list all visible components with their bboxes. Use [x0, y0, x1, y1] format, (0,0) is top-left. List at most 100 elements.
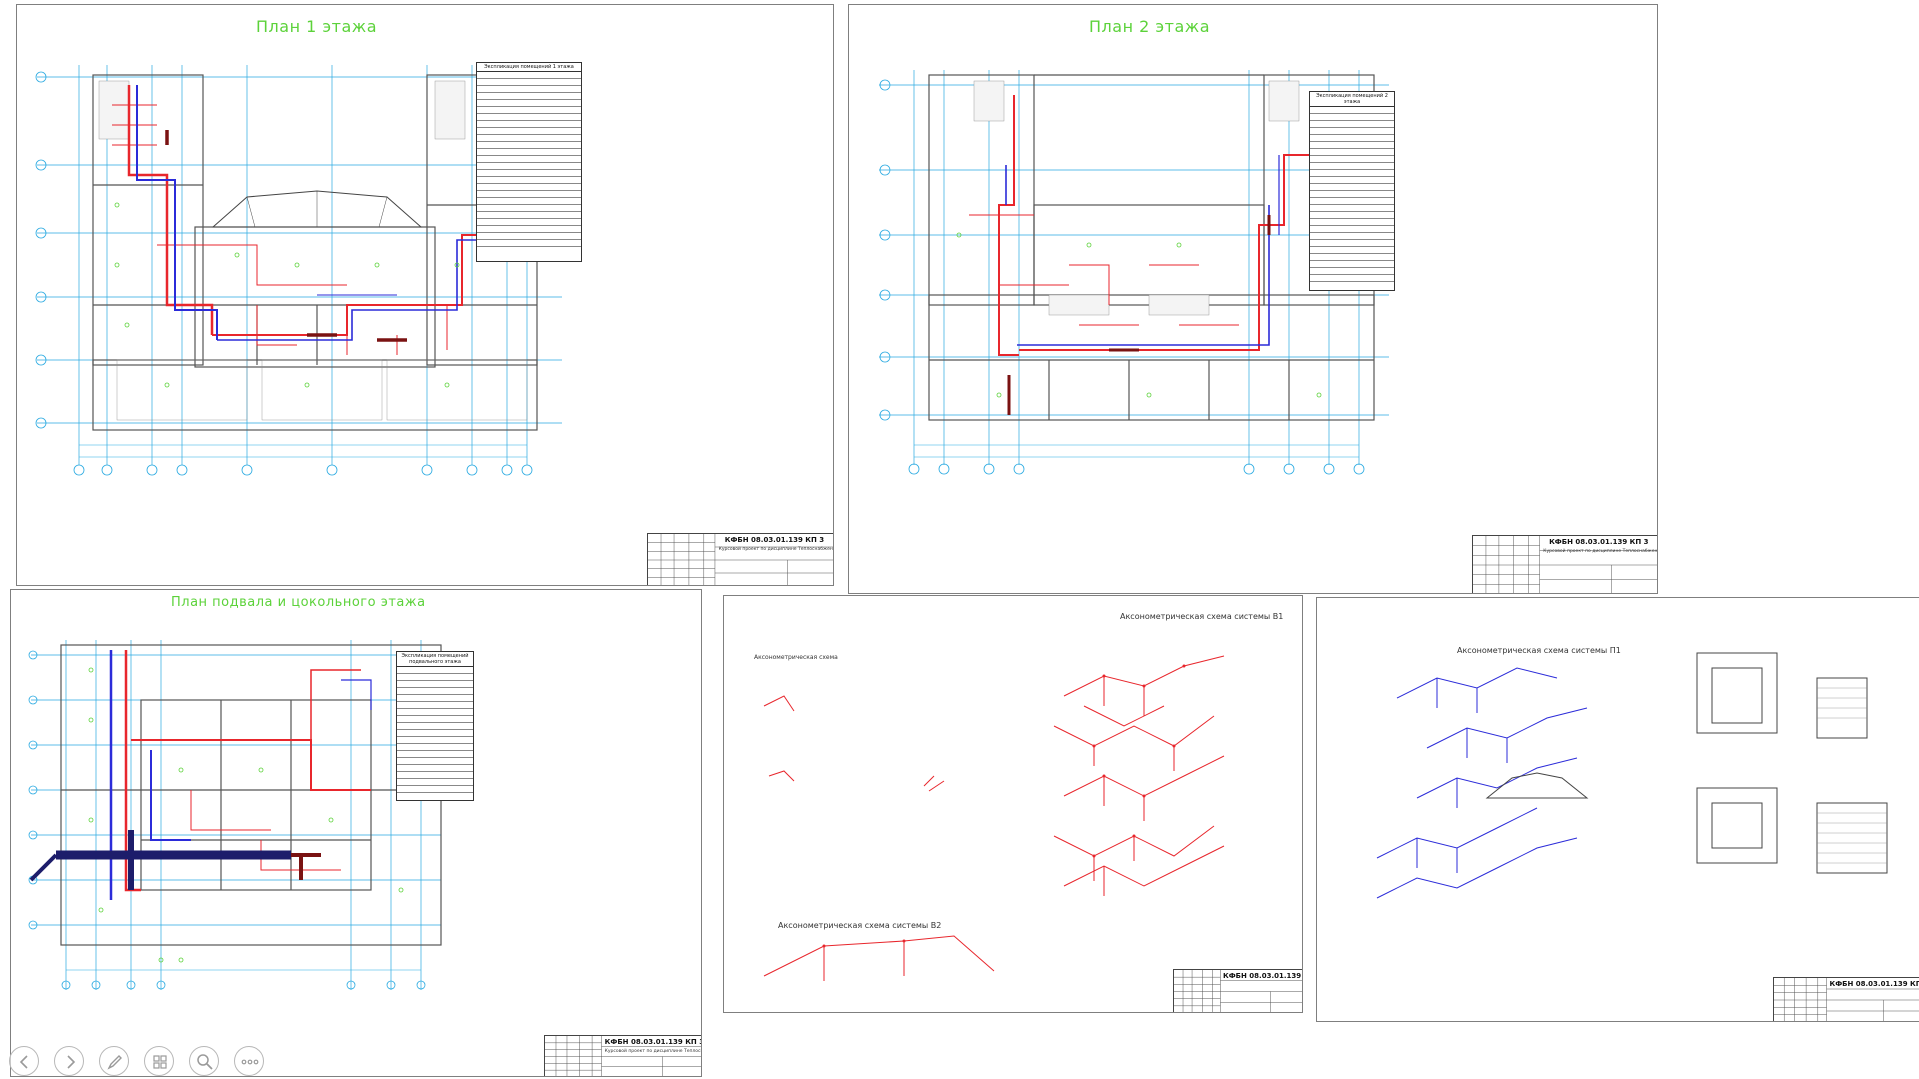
table-row: [1310, 198, 1394, 205]
table-row: [397, 779, 473, 786]
table-row: [1310, 261, 1394, 268]
table-row: [477, 163, 581, 170]
table-row: [397, 723, 473, 730]
project-code: КФБН 08.03.01.139 КП 3: [1549, 538, 1649, 546]
table-row: [397, 737, 473, 744]
table-row: [477, 170, 581, 177]
slideshow-toolbar: [9, 1046, 279, 1078]
sheet-axonometric-b: Аксонометрическая схема системы В1 Аксон…: [723, 595, 1303, 1013]
table-row: [397, 667, 473, 674]
table-row: [477, 142, 581, 149]
table-row: [397, 758, 473, 765]
table-row: [477, 93, 581, 100]
table-row: [397, 772, 473, 779]
table-row: [477, 114, 581, 121]
sheet-axonometric-p: Аксонометрическая схема системы П1 КФБН …: [1316, 597, 1919, 1022]
table-row: [1310, 254, 1394, 261]
table-row: [477, 184, 581, 191]
table-row: [1310, 205, 1394, 212]
table-row: [477, 247, 581, 253]
table-row: [1310, 226, 1394, 233]
table-row: [1310, 177, 1394, 184]
pen-tool-button[interactable]: [99, 1046, 129, 1076]
table-row: [397, 730, 473, 737]
table-row: [477, 177, 581, 184]
floor-plan-drawing: [879, 70, 1389, 475]
table-row: [397, 765, 473, 772]
table-row: [1310, 156, 1394, 163]
table-row: [1310, 233, 1394, 240]
sheet-basement-plan: План подвала и цокольного этажа Эксплика…: [10, 589, 702, 1077]
project-org: Курсовой проект по дисциплине Теплоснабж…: [1543, 549, 1658, 554]
table-row: [1310, 184, 1394, 191]
table-row: [477, 233, 581, 240]
table-row: [1310, 170, 1394, 177]
previous-slide-button[interactable]: [9, 1046, 39, 1076]
sheet-plan-1-floor: План 1 этажа Экспликация помещений 1 эта…: [16, 4, 834, 586]
axonometric-drawing: [763, 655, 1225, 981]
table-row: [397, 674, 473, 681]
table-row: [1310, 282, 1394, 288]
table-row: [477, 240, 581, 247]
table-row: [1310, 114, 1394, 121]
table-row: [477, 191, 581, 198]
table-row: [477, 212, 581, 219]
project-code: КФБН 08.03.01.139 КП 3: [1223, 972, 1302, 980]
project-code: КФБН 08.03.01.139 КП 3: [1829, 980, 1919, 988]
floor-plan-drawing: [28, 640, 442, 990]
table-row: [477, 72, 581, 79]
table-row: [477, 219, 581, 226]
title-block-stamp: КФБН 08.03.01.139 КП 3 Курсовой проект п…: [1472, 535, 1658, 593]
table-row: [477, 107, 581, 114]
table-row: [397, 716, 473, 723]
table-row: [1310, 268, 1394, 275]
table-row: [477, 135, 581, 142]
title-block-stamp: КФБН 08.03.01.139 КП 3: [1773, 977, 1919, 1021]
more-options-button[interactable]: [234, 1046, 264, 1076]
table-row: [1310, 149, 1394, 156]
next-slide-button[interactable]: [54, 1046, 84, 1076]
table-row: [397, 709, 473, 716]
table-row: [1310, 191, 1394, 198]
slides-icon: [153, 1055, 167, 1069]
table-row: [477, 86, 581, 93]
room-schedule-table: Экспликация помещений 1 этажа: [476, 62, 582, 262]
table-row: [1310, 107, 1394, 114]
table-row: [397, 751, 473, 758]
table-row: [477, 226, 581, 233]
table-row: [397, 695, 473, 702]
room-schedule-table: Экспликация помещений 2 этажа: [1309, 91, 1395, 291]
title-block-stamp: КФБН 08.03.01.139 КП 3 Курсовой проект п…: [647, 533, 834, 585]
title-block-stamp: КФБН 08.03.01.139 КП 3: [1173, 969, 1302, 1012]
table-row: [1310, 135, 1394, 142]
project-org: Курсовой проект по дисциплине Теплоснабж…: [718, 547, 834, 552]
table-row: [1310, 128, 1394, 135]
sheet-plan-2-floor: План 2 этажа Экспликация помещений 2 эта…: [848, 4, 1658, 594]
arrow-left-icon: [19, 1055, 28, 1069]
table-row: [397, 681, 473, 688]
table-row: [1310, 212, 1394, 219]
table-row: [477, 128, 581, 135]
table-row: [1310, 163, 1394, 170]
table-row: [397, 702, 473, 709]
table-row: [397, 744, 473, 751]
table-row: [397, 786, 473, 793]
table-row: [477, 156, 581, 163]
pen-icon: [107, 1055, 122, 1070]
table-row: [477, 79, 581, 86]
table-row: [1310, 219, 1394, 226]
see-all-slides-button[interactable]: [144, 1046, 174, 1076]
room-schedule-caption: Экспликация помещений 2 этажа: [1310, 92, 1394, 107]
table-row: [1310, 275, 1394, 282]
more-icon: [241, 1059, 259, 1065]
room-schedule-caption: Экспликация помещений 1 этажа: [477, 63, 581, 72]
zoom-button[interactable]: [189, 1046, 219, 1076]
table-row: [397, 688, 473, 695]
room-schedule-table: Экспликация помещений подвального этажа: [396, 651, 474, 801]
table-row: [1310, 121, 1394, 128]
table-row: [1310, 240, 1394, 247]
table-row: [477, 149, 581, 156]
floor-plan-drawing: [35, 65, 562, 476]
axonometric-drawing: [1376, 652, 1888, 899]
table-row: [477, 100, 581, 107]
